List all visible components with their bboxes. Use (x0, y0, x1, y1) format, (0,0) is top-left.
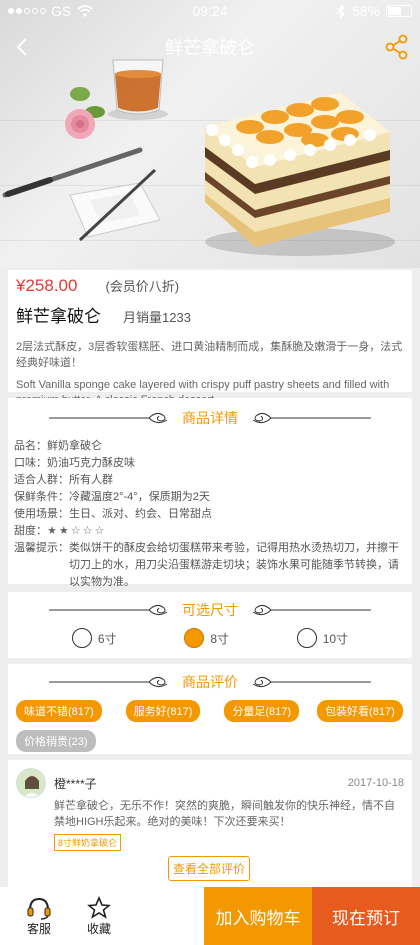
favorite-button[interactable]: 收藏 (70, 887, 128, 945)
member-price-note: (会员价八折) (105, 279, 180, 294)
detail-row: 温馨提示： 类似饼干的酥皮会给切蛋糕带来考验，记得用热水烫热切刀，并擦干切刀上的水… (14, 542, 399, 588)
review-text: 鲜芒拿破仑，无乐不作！突然的爽脆，瞬间触发你的快乐神经，情不自禁地HIGH乐起来… (54, 800, 395, 828)
favorite-label: 收藏 (86, 921, 111, 936)
review-spec-badge: 8寸鲜奶拿破仑 (54, 834, 122, 851)
buy-now-button[interactable]: 现在预订 (312, 887, 420, 945)
details-list: 品名： 鲜奶拿破仑 口味： 奶油巧克力酥皮味 适合人群： 所有人群 保鲜条件： 冷藏温度… (8, 438, 412, 591)
headset-icon (27, 897, 51, 920)
ornament-right-icon (252, 412, 371, 424)
plate-illustration (69, 168, 161, 242)
size-option-8[interactable]: 8寸 (184, 628, 229, 648)
clock: 09:24 (192, 3, 228, 19)
page-title: 鲜芒拿破仑 (165, 38, 255, 58)
detail-row: 甜度： ★★☆☆☆ (14, 523, 406, 540)
detail-row: 使用场景： 生日、派对、约会、日常甜点 (14, 508, 212, 520)
radio-unchecked-icon[interactable] (71, 628, 92, 648)
product-hero-image: GS 09:24 58% 鲜芒拿破仑 (0, 0, 420, 268)
reviewer-name: 橙****子 (54, 776, 97, 791)
radio-unchecked-icon[interactable] (296, 628, 317, 648)
ornament-right-icon (252, 604, 371, 616)
battery-icon (386, 5, 412, 17)
size-option-10[interactable]: 10寸 (296, 628, 348, 648)
radio-checked-icon[interactable] (184, 628, 205, 648)
customer-service-button[interactable]: 客服 (10, 887, 68, 945)
detail-row: 品名： 鲜奶拿破仑 (14, 440, 102, 452)
ornament-right-icon (252, 676, 371, 688)
review-tag[interactable]: 价格稍贵(23) (16, 730, 96, 752)
status-bar: GS 09:24 58% (0, 0, 420, 22)
details-header: 商品详情 (8, 398, 412, 438)
add-to-cart-button[interactable]: 加入购物车 (204, 887, 312, 945)
review-tags: 味道不错(817) 服务好(817) 分量足(817) 包装好看(817) 价格… (8, 700, 412, 752)
sweetness-stars: ★★☆☆☆ (47, 525, 107, 537)
cake-illustration (205, 92, 395, 256)
size-title: 可选尺寸 (182, 602, 238, 618)
share-icon[interactable] (384, 34, 410, 60)
customer-service-label: 客服 (26, 921, 51, 936)
ornament-left-icon (49, 676, 168, 688)
size-options: 6寸 8寸 10寸 (8, 628, 412, 648)
review-date: 2017-10-18 (347, 777, 404, 789)
size-header: 可选尺寸 (8, 592, 412, 628)
product-info-card: ¥258.00 (会员价八折) 鲜芒拿破仑 月销量1233 2层法式酥皮，3层香… (8, 270, 412, 406)
star-icon (87, 895, 111, 919)
ornament-left-icon (49, 604, 168, 616)
back-button[interactable] (8, 32, 36, 62)
nav-bar: 鲜芒拿破仑 (0, 30, 420, 64)
view-all-reviews-button[interactable]: 查看全部评价 (168, 856, 251, 881)
detail-row: 口味： 奶油巧克力酥皮味 (14, 457, 135, 469)
review-tag[interactable]: 包装好看(817) (317, 700, 403, 722)
reviews-section: 商品评价 味道不错(817) 服务好(817) 分量足(817) 包装好看(81… (8, 664, 412, 754)
size-section: 可选尺寸 6寸 8寸 10寸 (8, 592, 412, 658)
product-name: 鲜芒拿破仑 (16, 307, 101, 326)
detail-row: 保鲜条件： 冷藏温度2°-4°，保质期为2天 (14, 491, 210, 503)
details-title: 商品详情 (182, 410, 238, 426)
reviews-title: 商品评价 (182, 674, 238, 690)
avatar (16, 768, 46, 798)
ornament-left-icon (49, 412, 168, 424)
review-item: 橙****子 2017-10-18 鲜芒拿破仑，无乐不作！突然的爽脆，瞬间触发你… (8, 760, 412, 888)
bottom-action-bar: 客服 收藏 加入购物车 现在预订 (0, 887, 420, 945)
review-tag[interactable]: 分量足(817) (224, 700, 300, 722)
product-description: 2层法式酥皮，3层香软蛋糕胚、进口黄油精制而成，集酥脆及嫩滑于一身，法式经典好味… (16, 341, 403, 369)
size-option-6[interactable]: 6寸 (71, 628, 117, 648)
detail-row: 适合人群： 所有人群 (14, 474, 113, 486)
review-tag[interactable]: 味道不错(817) (16, 700, 102, 722)
product-page: GS 09:24 58% 鲜芒拿破仑 ¥258.00 (会员价八折) 鲜芒拿破仑… (0, 0, 420, 945)
reviews-header: 商品评价 (8, 664, 412, 700)
chevron-left-icon (16, 38, 27, 56)
review-tag[interactable]: 服务好(817) (125, 700, 201, 722)
monthly-sales: 月销量1233 (123, 310, 191, 325)
product-price: ¥258.00 (16, 276, 78, 295)
details-section: 商品详情 品名： 鲜奶拿破仑 口味： 奶油巧克力酥皮味 适合人群： 所有人群 保鲜条件… (8, 398, 412, 588)
